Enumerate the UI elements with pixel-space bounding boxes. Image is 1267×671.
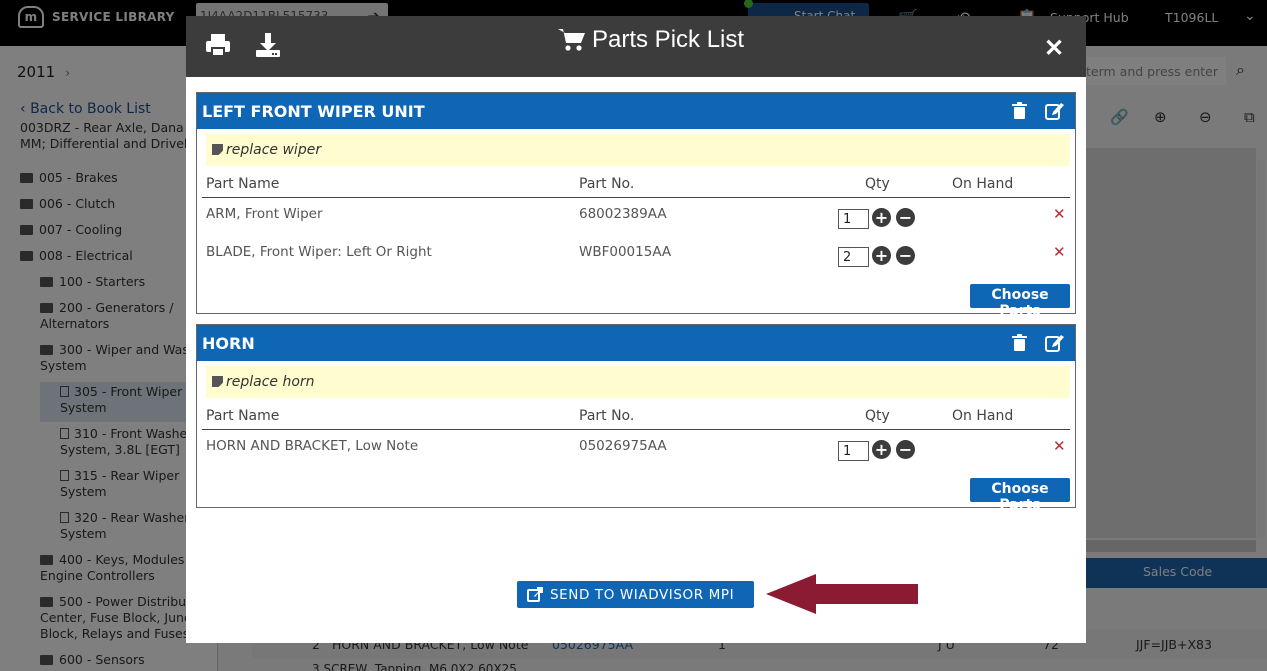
part-name: BLADE, Front Wiper: Left Or Right <box>206 244 432 260</box>
trash-icon[interactable] <box>1012 334 1027 351</box>
part-group-header: LEFT FRONT WIPER UNIT <box>197 93 1075 129</box>
print-icon[interactable] <box>205 32 231 58</box>
part-number: WBF00015AA <box>579 244 672 260</box>
decrement-icon[interactable]: − <box>896 440 915 459</box>
edit-icon[interactable] <box>1045 102 1064 120</box>
modal-title-text: Parts Pick List <box>592 26 745 53</box>
remove-part-icon[interactable]: ✕ <box>1053 437 1066 455</box>
part-note: replace horn <box>206 366 1070 398</box>
quantity-input[interactable]: 1 <box>838 209 869 229</box>
column-header-part-no: Part No. <box>579 408 635 424</box>
decrement-icon[interactable]: − <box>896 246 915 265</box>
column-header-part-name: Part Name <box>206 176 280 192</box>
sticky-note-icon <box>212 144 223 155</box>
header-divider <box>202 429 1070 430</box>
increment-icon[interactable]: + <box>872 246 891 265</box>
part-number: 05026975AA <box>579 438 667 454</box>
column-header-qty: Qty <box>865 408 890 424</box>
note-text: replace wiper <box>226 142 322 158</box>
part-group-title: LEFT FRONT WIPER UNIT <box>202 102 425 121</box>
quantity-input[interactable]: 1 <box>838 441 869 461</box>
column-header-on-hand: On Hand <box>952 176 1014 192</box>
download-icon[interactable] <box>255 32 281 58</box>
remove-part-icon[interactable]: ✕ <box>1053 205 1066 223</box>
trash-icon[interactable] <box>1012 102 1027 119</box>
edit-icon[interactable] <box>1045 334 1064 352</box>
note-text: replace horn <box>226 374 315 390</box>
part-group-card: HORN replace horn Part Name Part No. Qty… <box>196 324 1076 513</box>
send-label: SEND TO WIADVISOR MPI <box>550 586 735 603</box>
choose-parts-button[interactable]: Choose Parts <box>970 478 1070 513</box>
close-icon[interactable]: ✕ <box>1044 34 1064 63</box>
column-header-on-hand: On Hand <box>952 408 1014 424</box>
quantity-input[interactable]: 2 <box>838 247 869 267</box>
part-group-header: HORN <box>197 325 1075 361</box>
increment-icon[interactable]: + <box>872 208 891 227</box>
increment-icon[interactable]: + <box>872 440 891 459</box>
sticky-note-icon <box>212 376 223 387</box>
remove-part-icon[interactable]: ✕ <box>1053 243 1066 261</box>
column-header-part-no: Part No. <box>579 176 635 192</box>
part-name: ARM, Front Wiper <box>206 206 323 222</box>
decrement-icon[interactable]: − <box>896 208 915 227</box>
part-group-card: LEFT FRONT WIPER UNIT replace wiper Part… <box>196 92 1076 319</box>
share-icon <box>527 587 543 602</box>
part-name: HORN AND BRACKET, Low Note <box>206 438 419 454</box>
column-header-qty: Qty <box>865 176 890 192</box>
send-to-wiadvisor-button[interactable]: SEND TO WIADVISOR MPI <box>517 581 754 608</box>
header-divider <box>202 197 1070 198</box>
modal-title: Parts Pick List <box>558 26 744 54</box>
annotation-arrow-icon <box>766 574 918 614</box>
part-group-title: HORN <box>202 334 255 353</box>
modal-header: Parts Pick List ✕ <box>186 16 1086 77</box>
cart-icon <box>558 29 585 51</box>
part-note: replace wiper <box>206 134 1070 166</box>
column-header-part-name: Part Name <box>206 408 280 424</box>
part-number: 68002389AA <box>579 206 667 222</box>
parts-pick-list-modal: Parts Pick List ✕ LEFT FRONT WIPER UNIT … <box>186 16 1086 643</box>
choose-parts-button[interactable]: Choose Parts <box>970 284 1070 319</box>
